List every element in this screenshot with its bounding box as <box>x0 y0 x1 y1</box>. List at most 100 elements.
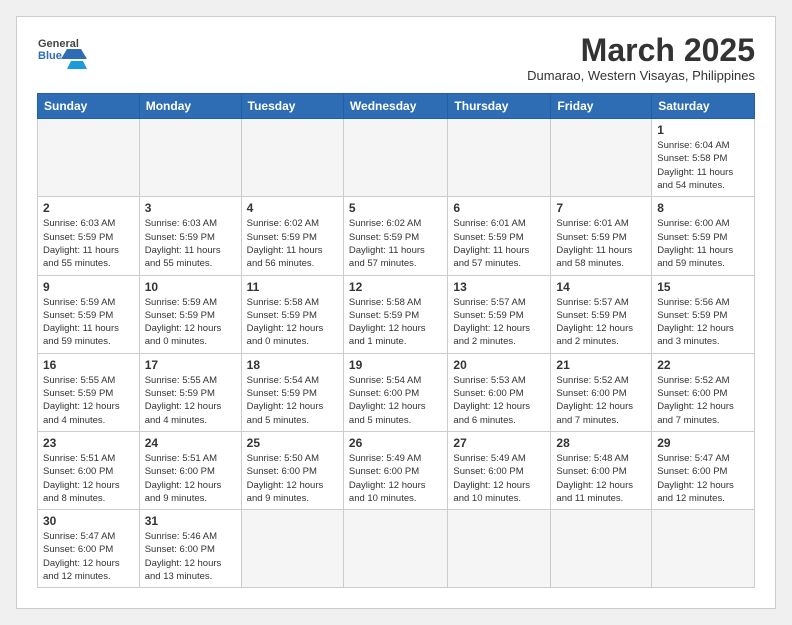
calendar-cell: 19 Sunrise: 5:54 AM Sunset: 6:00 PM Dayli… <box>343 353 448 431</box>
day-number: 28 <box>556 436 646 450</box>
calendar-cell: 4 Sunrise: 6:02 AM Sunset: 5:59 PM Daylig… <box>241 197 343 275</box>
calendar-cell: 14 Sunrise: 5:57 AM Sunset: 5:59 PM Dayli… <box>551 275 652 353</box>
calendar-cell: 31Sunrise: 5:46 AM Sunset: 6:00 PM Dayli… <box>139 510 241 588</box>
day-number: 30 <box>43 514 134 528</box>
calendar-cell: 2Sunrise: 6:03 AM Sunset: 5:59 PM Daylig… <box>38 197 140 275</box>
day-number: 31 <box>145 514 236 528</box>
day-info: Sunrise: 6:02 AM Sunset: 5:59 PM Dayligh… <box>247 217 338 270</box>
day-number: 12 <box>349 280 443 294</box>
calendar-cell: 9Sunrise: 5:59 AM Sunset: 5:59 PM Daylig… <box>38 275 140 353</box>
day-info: Sunrise: 5:59 AM Sunset: 5:59 PM Dayligh… <box>145 296 236 349</box>
day-info: Sunrise: 6:01 AM Sunset: 5:59 PM Dayligh… <box>556 217 646 270</box>
day-number: 8 <box>657 201 749 215</box>
day-number: 5 <box>349 201 443 215</box>
weekday-header-thursday: Thursday <box>448 94 551 119</box>
calendar-cell <box>343 119 448 197</box>
day-number: 21 <box>556 358 646 372</box>
day-info: Sunrise: 5:54 AM Sunset: 5:59 PM Dayligh… <box>247 374 338 427</box>
calendar-cell <box>139 119 241 197</box>
day-info: Sunrise: 5:47 AM Sunset: 6:00 PM Dayligh… <box>43 530 134 583</box>
calendar-cell <box>343 510 448 588</box>
svg-text:Blue: Blue <box>38 50 62 62</box>
day-number: 9 <box>43 280 134 294</box>
day-info: Sunrise: 5:58 AM Sunset: 5:59 PM Dayligh… <box>247 296 338 349</box>
calendar-cell <box>38 119 140 197</box>
calendar-cell <box>551 510 652 588</box>
day-info: Sunrise: 5:52 AM Sunset: 6:00 PM Dayligh… <box>657 374 749 427</box>
day-info: Sunrise: 5:51 AM Sunset: 6:00 PM Dayligh… <box>43 452 134 505</box>
calendar-cell: 17 Sunrise: 5:55 AM Sunset: 5:59 PM Dayli… <box>139 353 241 431</box>
day-info: Sunrise: 6:03 AM Sunset: 5:59 PM Dayligh… <box>145 217 236 270</box>
day-number: 11 <box>247 280 338 294</box>
weekday-header-tuesday: Tuesday <box>241 94 343 119</box>
calendar-cell: 6 Sunrise: 6:01 AM Sunset: 5:59 PM Daylig… <box>448 197 551 275</box>
day-number: 4 <box>247 201 338 215</box>
day-info: Sunrise: 5:55 AM Sunset: 5:59 PM Dayligh… <box>145 374 236 427</box>
calendar-title: March 2025 <box>527 33 755 68</box>
day-info: Sunrise: 5:55 AM Sunset: 5:59 PM Dayligh… <box>43 374 134 427</box>
day-info: Sunrise: 6:04 AM Sunset: 5:58 PM Dayligh… <box>657 139 749 192</box>
day-number: 26 <box>349 436 443 450</box>
day-info: Sunrise: 5:58 AM Sunset: 5:59 PM Dayligh… <box>349 296 443 349</box>
day-number: 7 <box>556 201 646 215</box>
day-number: 2 <box>43 201 134 215</box>
svg-text:General: General <box>38 38 79 50</box>
calendar-cell: 12 Sunrise: 5:58 AM Sunset: 5:59 PM Dayli… <box>343 275 448 353</box>
logo: General Blue <box>37 33 89 77</box>
calendar-cell: 20Sunrise: 5:53 AM Sunset: 6:00 PM Dayli… <box>448 353 551 431</box>
weekday-header-saturday: Saturday <box>652 94 755 119</box>
day-info: Sunrise: 6:02 AM Sunset: 5:59 PM Dayligh… <box>349 217 443 270</box>
calendar-cell: 13Sunrise: 5:57 AM Sunset: 5:59 PM Dayli… <box>448 275 551 353</box>
calendar-cell: 7 Sunrise: 6:01 AM Sunset: 5:59 PM Daylig… <box>551 197 652 275</box>
weekday-header-row: SundayMondayTuesdayWednesdayThursdayFrid… <box>38 94 755 119</box>
day-info: Sunrise: 6:01 AM Sunset: 5:59 PM Dayligh… <box>453 217 545 270</box>
calendar-cell <box>652 510 755 588</box>
calendar-cell: 15Sunrise: 5:56 AM Sunset: 5:59 PM Dayli… <box>652 275 755 353</box>
calendar-cell: 8Sunrise: 6:00 AM Sunset: 5:59 PM Daylig… <box>652 197 755 275</box>
day-number: 13 <box>453 280 545 294</box>
calendar-cell: 28 Sunrise: 5:48 AM Sunset: 6:00 PM Dayli… <box>551 431 652 509</box>
day-number: 19 <box>349 358 443 372</box>
day-number: 6 <box>453 201 545 215</box>
calendar-week-1: 1 Sunrise: 6:04 AM Sunset: 5:58 PM Daylig… <box>38 119 755 197</box>
day-info: Sunrise: 5:48 AM Sunset: 6:00 PM Dayligh… <box>556 452 646 505</box>
weekday-header-wednesday: Wednesday <box>343 94 448 119</box>
day-number: 20 <box>453 358 545 372</box>
calendar-cell: 26 Sunrise: 5:49 AM Sunset: 6:00 PM Dayli… <box>343 431 448 509</box>
calendar-week-4: 16 Sunrise: 5:55 AM Sunset: 5:59 PM Dayli… <box>38 353 755 431</box>
page-header: General Blue March 2025 Dumarao, Western… <box>37 33 755 83</box>
calendar-cell: 29 Sunrise: 5:47 AM Sunset: 6:00 PM Dayli… <box>652 431 755 509</box>
day-info: Sunrise: 5:49 AM Sunset: 6:00 PM Dayligh… <box>453 452 545 505</box>
calendar-cell: 30 Sunrise: 5:47 AM Sunset: 6:00 PM Dayli… <box>38 510 140 588</box>
day-number: 27 <box>453 436 545 450</box>
calendar-cell: 24Sunrise: 5:51 AM Sunset: 6:00 PM Dayli… <box>139 431 241 509</box>
calendar-subtitle: Dumarao, Western Visayas, Philippines <box>527 68 755 83</box>
calendar-cell: 21Sunrise: 5:52 AM Sunset: 6:00 PM Dayli… <box>551 353 652 431</box>
calendar-cell <box>448 510 551 588</box>
day-info: Sunrise: 5:50 AM Sunset: 6:00 PM Dayligh… <box>247 452 338 505</box>
calendar-cell <box>241 510 343 588</box>
day-number: 17 <box>145 358 236 372</box>
day-number: 18 <box>247 358 338 372</box>
day-number: 24 <box>145 436 236 450</box>
weekday-header-sunday: Sunday <box>38 94 140 119</box>
calendar-cell <box>551 119 652 197</box>
calendar-cell: 3Sunrise: 6:03 AM Sunset: 5:59 PM Daylig… <box>139 197 241 275</box>
calendar-cell: 23 Sunrise: 5:51 AM Sunset: 6:00 PM Dayli… <box>38 431 140 509</box>
day-number: 23 <box>43 436 134 450</box>
calendar-table: SundayMondayTuesdayWednesdayThursdayFrid… <box>37 93 755 588</box>
day-info: Sunrise: 5:49 AM Sunset: 6:00 PM Dayligh… <box>349 452 443 505</box>
calendar-cell: 10 Sunrise: 5:59 AM Sunset: 5:59 PM Dayli… <box>139 275 241 353</box>
weekday-header-friday: Friday <box>551 94 652 119</box>
day-info: Sunrise: 5:54 AM Sunset: 6:00 PM Dayligh… <box>349 374 443 427</box>
calendar-cell: 25Sunrise: 5:50 AM Sunset: 6:00 PM Dayli… <box>241 431 343 509</box>
day-info: Sunrise: 5:47 AM Sunset: 6:00 PM Dayligh… <box>657 452 749 505</box>
day-number: 10 <box>145 280 236 294</box>
day-number: 14 <box>556 280 646 294</box>
day-number: 1 <box>657 123 749 137</box>
calendar-cell <box>448 119 551 197</box>
day-number: 29 <box>657 436 749 450</box>
day-info: Sunrise: 5:57 AM Sunset: 5:59 PM Dayligh… <box>556 296 646 349</box>
day-number: 16 <box>43 358 134 372</box>
calendar-cell: 1 Sunrise: 6:04 AM Sunset: 5:58 PM Daylig… <box>652 119 755 197</box>
